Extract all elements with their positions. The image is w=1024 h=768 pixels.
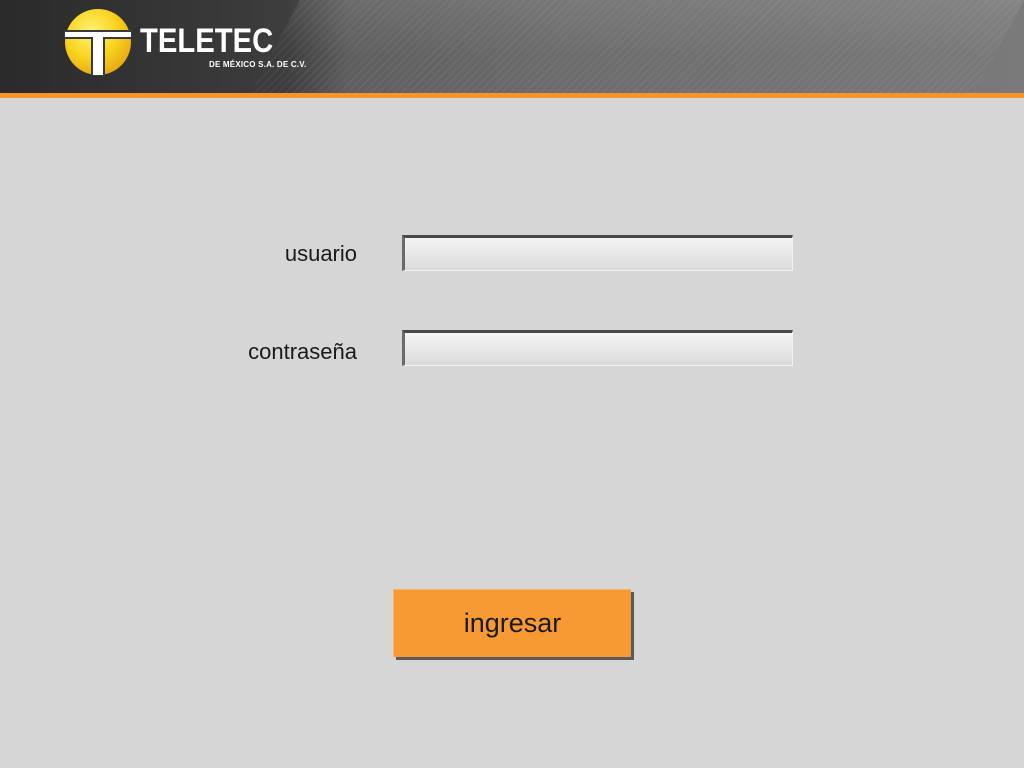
header-accent-stripe [0, 93, 1024, 98]
brand-subtitle: DE MÉXICO S.A. DE C.V. [209, 60, 307, 69]
submit-button[interactable]: ingresar [393, 589, 631, 657]
header-bar: TELETEC DE MÉXICO S.A. DE C.V. [0, 0, 1024, 93]
brand-name: TELETEC [140, 22, 274, 60]
username-input[interactable] [402, 235, 793, 271]
password-label: contraseña [248, 339, 357, 364]
header-sheen [250, 0, 1024, 93]
username-label: usuario [284, 241, 357, 266]
password-input[interactable] [402, 330, 793, 366]
submit-button-wrapper: ingresar [393, 589, 635, 660]
teletec-logo-icon [64, 9, 132, 76]
